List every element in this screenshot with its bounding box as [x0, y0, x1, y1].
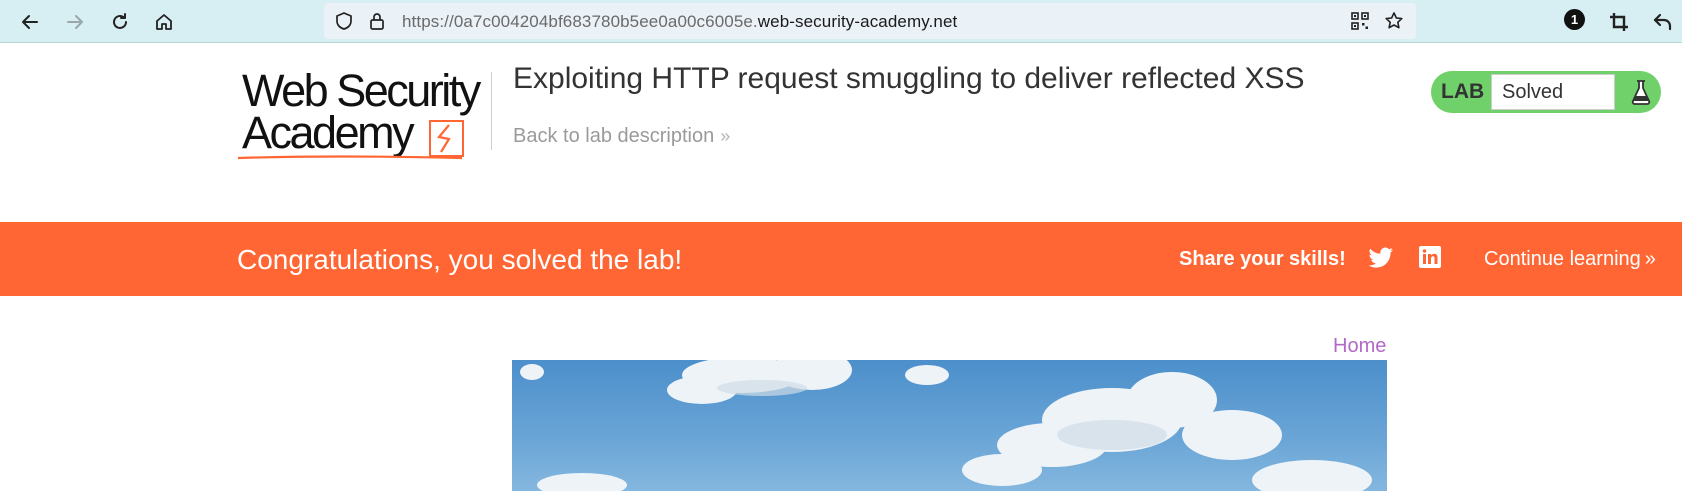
- cloudy-sky-image: [520, 360, 1372, 491]
- linkedin-icon[interactable]: [1418, 245, 1442, 269]
- logo-flame-icon: [237, 120, 464, 160]
- url-prefix: https://0a7c004204bf683780b5ee0a00c6005e…: [402, 12, 758, 31]
- hero-image: [512, 360, 1387, 491]
- continue-learning-link[interactable]: Continue learning»: [1484, 248, 1656, 271]
- star-icon[interactable]: [1384, 11, 1404, 31]
- url-domain: web-security-academy.net: [757, 12, 958, 31]
- twitter-icon[interactable]: [1368, 247, 1394, 269]
- continue-learning-label: Continue learning: [1484, 248, 1641, 270]
- address-bar[interactable]: https://0a7c004204bf683780b5ee0a00c6005e…: [324, 3, 1416, 39]
- lab-status-widget: LAB Solved: [1431, 71, 1661, 113]
- lab-status-value: Solved: [1502, 81, 1564, 103]
- share-skills-label: Share your skills!: [1179, 248, 1346, 270]
- header-divider: [491, 72, 492, 150]
- extension-badge[interactable]: 1: [1564, 9, 1585, 30]
- lab-status-label: LAB: [1441, 80, 1485, 103]
- solved-banner: Congratulations, you solved the lab! Sha…: [0, 222, 1682, 296]
- qr-code-icon[interactable]: [1350, 11, 1370, 31]
- forward-arrow-icon[interactable]: [60, 7, 90, 37]
- browser-toolbar: https://0a7c004204bf683780b5ee0a00c6005e…: [0, 0, 1682, 43]
- home-icon[interactable]: [149, 7, 179, 37]
- home-link[interactable]: Home: [1333, 335, 1386, 358]
- reload-icon[interactable]: [105, 7, 135, 37]
- lab-status-box: Solved: [1491, 74, 1615, 110]
- chevron-right-double-icon: »: [720, 126, 731, 146]
- back-link-label: Back to lab description: [513, 125, 715, 147]
- congratulations-message: Congratulations, you solved the lab!: [237, 244, 683, 275]
- undo-icon[interactable]: [1648, 7, 1678, 37]
- web-security-academy-logo[interactable]: Web Security Academy: [236, 66, 498, 162]
- shield-icon[interactable]: [334, 11, 354, 31]
- chevron-right-double-icon: »: [1644, 248, 1656, 270]
- back-arrow-icon[interactable]: [15, 7, 45, 37]
- lab-title: Exploiting HTTP request smuggling to del…: [513, 62, 1305, 95]
- back-to-lab-description-link[interactable]: Back to lab description»: [513, 125, 730, 148]
- crop-icon[interactable]: [1604, 7, 1634, 37]
- flask-icon: [1631, 80, 1651, 105]
- lock-icon[interactable]: [367, 11, 387, 31]
- url-text[interactable]: https://0a7c004204bf683780b5ee0a00c6005e…: [402, 12, 957, 32]
